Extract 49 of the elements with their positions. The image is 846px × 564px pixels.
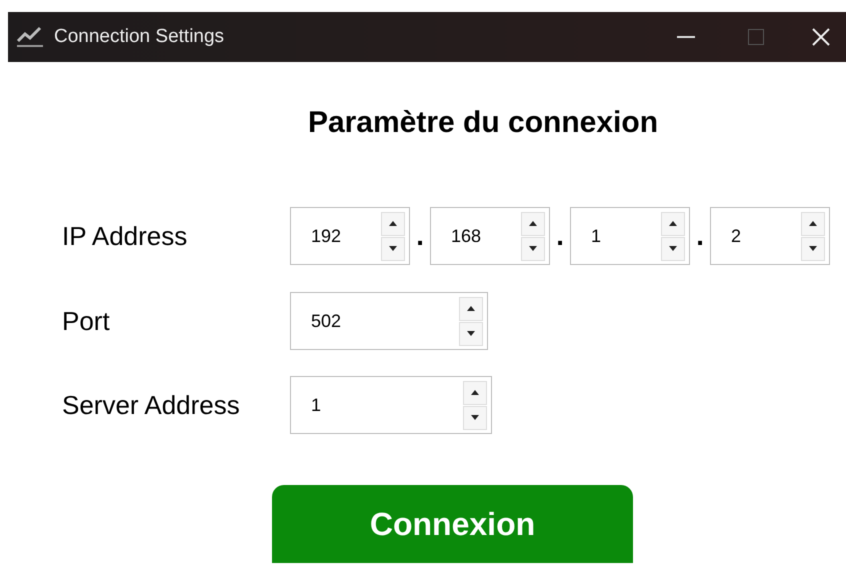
spin-box[interactable]: 1 xyxy=(290,376,492,434)
connect-button[interactable]: Connexion xyxy=(272,485,633,563)
increment-button[interactable] xyxy=(459,296,483,320)
number-field[interactable]: 2 xyxy=(711,208,801,264)
ip-separator: . xyxy=(554,225,566,253)
field-label: Port xyxy=(62,304,111,338)
increment-button[interactable] xyxy=(521,212,545,236)
down-triangle-icon xyxy=(528,245,538,252)
close-icon xyxy=(812,28,830,46)
spin-box[interactable]: 168 xyxy=(430,207,550,265)
decrement-button[interactable] xyxy=(381,236,405,260)
minimize-icon xyxy=(677,36,695,38)
maximize-icon xyxy=(748,29,764,45)
line-chart-icon xyxy=(16,26,44,48)
spin-box[interactable]: 502 xyxy=(290,292,488,350)
down-triangle-icon xyxy=(466,330,476,337)
up-triangle-icon xyxy=(668,220,678,227)
decrement-button[interactable] xyxy=(459,322,483,346)
increment-button[interactable] xyxy=(661,212,685,236)
increment-button[interactable] xyxy=(381,212,405,236)
up-triangle-icon xyxy=(808,220,818,227)
number-field[interactable]: 192 xyxy=(291,208,381,264)
decrement-button[interactable] xyxy=(801,236,825,260)
spin-box[interactable]: 192 xyxy=(290,207,410,265)
number-field[interactable]: 502 xyxy=(291,293,459,349)
number-field[interactable]: 1 xyxy=(571,208,661,264)
down-triangle-icon xyxy=(668,245,678,252)
field-label: IP Address xyxy=(62,220,188,252)
field-label: Server Address xyxy=(62,388,241,422)
window-title: Connection Settings xyxy=(54,24,224,49)
down-triangle-icon xyxy=(388,245,398,252)
increment-button[interactable] xyxy=(801,212,825,236)
up-triangle-icon xyxy=(528,220,538,227)
dialog-heading: Paramètre du connexion xyxy=(306,105,660,141)
increment-button[interactable] xyxy=(463,380,487,404)
number-field[interactable]: 168 xyxy=(431,208,521,264)
ip-separator: . xyxy=(694,225,706,253)
decrement-button[interactable] xyxy=(463,406,487,430)
number-field[interactable]: 1 xyxy=(291,377,463,433)
up-triangle-icon xyxy=(388,220,398,227)
up-triangle-icon xyxy=(470,389,480,396)
decrement-button[interactable] xyxy=(661,236,685,260)
spin-box[interactable]: 1 xyxy=(570,207,690,265)
decrement-button[interactable] xyxy=(521,236,545,260)
ip-separator: . xyxy=(414,225,426,253)
down-triangle-icon xyxy=(808,245,818,252)
up-triangle-icon xyxy=(466,305,476,312)
down-triangle-icon xyxy=(470,414,480,421)
spin-box[interactable]: 2 xyxy=(710,207,830,265)
